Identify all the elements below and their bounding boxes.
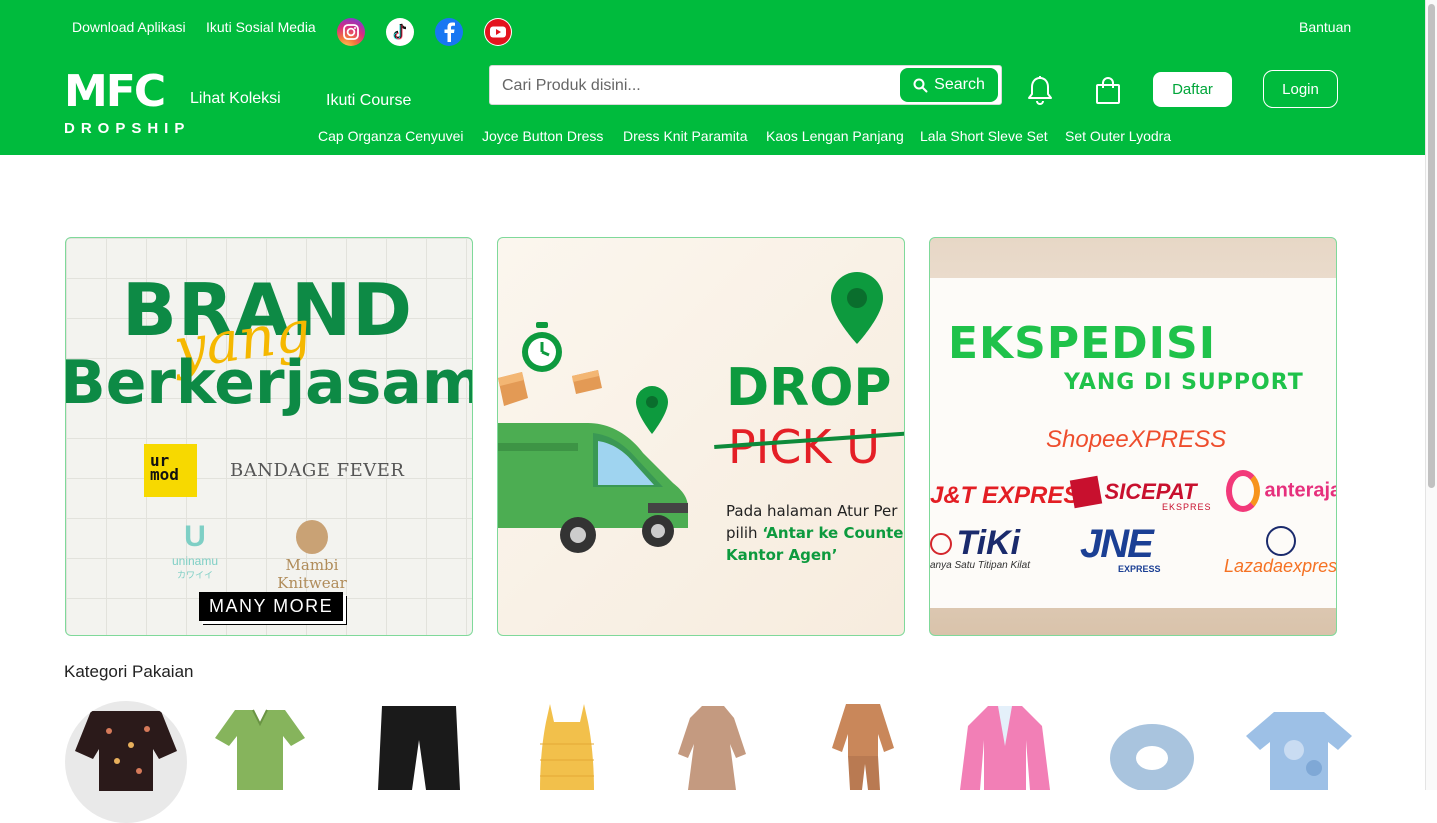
blue-scrunchie-image <box>1110 724 1194 792</box>
instagram-icon[interactable] <box>337 18 365 46</box>
category-item[interactable] <box>1108 714 1196 795</box>
mambi-knitwear-logo: Mambi Knitwear <box>252 520 372 592</box>
sicepat-logo: SICEPAT EKSPRES <box>1069 475 1211 512</box>
shopee-express-logo: ShopeeXPRESS <box>1046 426 1227 453</box>
download-app-link[interactable]: Download Aplikasi <box>72 19 186 35</box>
quick-category-link[interactable]: Lala Short Sleve Set <box>920 128 1048 144</box>
help-link[interactable]: Bantuan <box>1299 19 1351 35</box>
category-item[interactable] <box>65 701 187 823</box>
jne-logo: JNE EXPRESS <box>1080 522 1161 574</box>
sicepat-name: SICEPAT <box>1104 479 1197 504</box>
floral-top-image <box>75 711 177 791</box>
lazada-mark-icon <box>1265 526 1296 556</box>
many-more-badge: MANY MORE <box>199 592 344 621</box>
scrollbar-thumb[interactable] <box>1428 4 1435 488</box>
youtube-icon[interactable] <box>484 18 512 46</box>
category-item[interactable] <box>378 706 460 795</box>
brown-dress-image <box>678 706 746 790</box>
banner-subtitle: Berkerjasama <box>65 348 472 418</box>
anteraja-logo: anteraja <box>1226 470 1337 512</box>
category-item[interactable] <box>960 706 1050 795</box>
pink-blazer-image <box>960 706 1050 790</box>
search-button-label: Search <box>934 76 985 93</box>
tiki-name: TiKi <box>956 524 1021 562</box>
jne-name: JNE <box>1080 522 1154 566</box>
stopwatch-icon <box>522 322 562 372</box>
desc-prefix: pilih <box>726 524 763 542</box>
mambi-name: Mambi Knitwear <box>277 556 347 592</box>
quick-category-link[interactable]: Set Outer Lyodra <box>1065 128 1171 144</box>
nav-course-link[interactable]: Ikuti Course <box>326 92 411 110</box>
category-item[interactable] <box>826 704 900 795</box>
anteraja-mark-icon <box>1226 470 1260 512</box>
sicepat-mark-icon <box>1069 475 1103 509</box>
banner-title: DROP O <box>726 358 904 418</box>
desc-line-2: pilih ‘Antar ke Counter’ <box>726 522 905 544</box>
banner-description: Pada halaman Atur Per pilih ‘Antar ke Co… <box>726 500 905 566</box>
search-button[interactable]: Search <box>900 68 998 102</box>
knit-set-image <box>832 704 894 790</box>
header: Download Aplikasi Ikuti Sosial Media Ban… <box>0 0 1425 155</box>
banner-couriers[interactable]: EKSPEDISI YANG DI SUPPORT ShopeeXPRESS J… <box>929 237 1337 636</box>
search-bar: Search <box>489 65 1002 105</box>
quick-category-link[interactable]: Joyce Button Dress <box>482 128 603 144</box>
tiktok-icon[interactable] <box>386 18 414 46</box>
desc-line-3: Kantor Agen’ <box>726 546 838 564</box>
banner-brand-partners[interactable]: BRAND yang Berkerjasama ur mod BANDAGE F… <box>65 237 473 636</box>
banner-title: EKSPEDISI <box>948 318 1217 369</box>
register-button[interactable]: Daftar <box>1153 72 1232 107</box>
category-item[interactable] <box>540 704 594 795</box>
urmod-logo: ur mod <box>144 444 197 497</box>
nav-collection-link[interactable]: Lihat Koleksi <box>190 90 281 108</box>
category-item[interactable] <box>678 706 748 795</box>
lazada-express-logo: Lazadaexpres <box>1224 526 1337 577</box>
quick-category-link[interactable]: Dress Knit Paramita <box>623 128 747 144</box>
uninamu-logo: U uninamu カワイイ <box>164 520 226 581</box>
black-pants-image <box>378 706 460 790</box>
green-polo-image <box>215 709 305 790</box>
site-logo[interactable]: MFC DROPSHIP <box>64 66 190 146</box>
desc-highlight: ‘Antar ke Counter’ <box>762 524 905 542</box>
bandage-fever-text: BANDAGE FEVER <box>230 460 405 481</box>
banner-drop-off[interactable]: DROP O PICK U Pada halaman Atur Per pili… <box>497 237 905 636</box>
tiki-logo: TiKi anya Satu Titipan Kilat <box>930 524 1030 571</box>
tiki-globe-icon <box>930 532 952 555</box>
uninamu-mark: U <box>184 520 206 553</box>
delivery-van-image <box>498 423 688 553</box>
uninamu-sub: カワイイ <box>176 570 213 580</box>
banner-subtitle: YANG DI SUPPORT <box>1064 370 1304 395</box>
bell-icon[interactable] <box>1025 74 1055 106</box>
logo-subtitle: DROPSHIP <box>64 120 191 137</box>
bandage-fever-logo: BANDAGE FEVER <box>230 460 404 481</box>
location-pin-icon <box>831 272 883 344</box>
desc-line-1: Pada halaman Atur Per <box>726 502 898 520</box>
tiki-tagline: anya Satu Titipan Kilat <box>930 560 1030 571</box>
section-title: Kategori Pakaian <box>64 662 194 681</box>
anteraja-name: anteraja <box>1264 479 1337 502</box>
quick-category-link[interactable]: Cap Organza Cenyuvei <box>318 128 464 144</box>
category-item[interactable] <box>215 708 305 795</box>
jne-sub: EXPRESS <box>1118 564 1161 574</box>
search-icon <box>913 78 928 92</box>
facebook-icon[interactable] <box>435 18 463 46</box>
package-icon <box>572 370 602 394</box>
tie-dye-tshirt-image <box>1246 712 1352 790</box>
lazada-name: Lazadaexpres <box>1224 556 1337 576</box>
yellow-dress-image <box>540 704 594 790</box>
uninamu-name: uninamu <box>171 554 219 568</box>
sicepat-sub: EKSPRES <box>1162 502 1212 512</box>
login-button[interactable]: Login <box>1263 70 1338 108</box>
quick-category-link[interactable]: Kaos Lengan Panjang <box>766 128 904 144</box>
category-item[interactable] <box>1244 710 1354 795</box>
search-input[interactable] <box>502 74 892 98</box>
logo-mark: MFC <box>64 66 166 117</box>
banner-strike-text: PICK U <box>728 420 880 474</box>
shopping-bag-icon[interactable] <box>1093 74 1123 106</box>
sheep-icon <box>296 520 328 554</box>
follow-social-link[interactable]: Ikuti Sosial Media <box>206 19 316 35</box>
